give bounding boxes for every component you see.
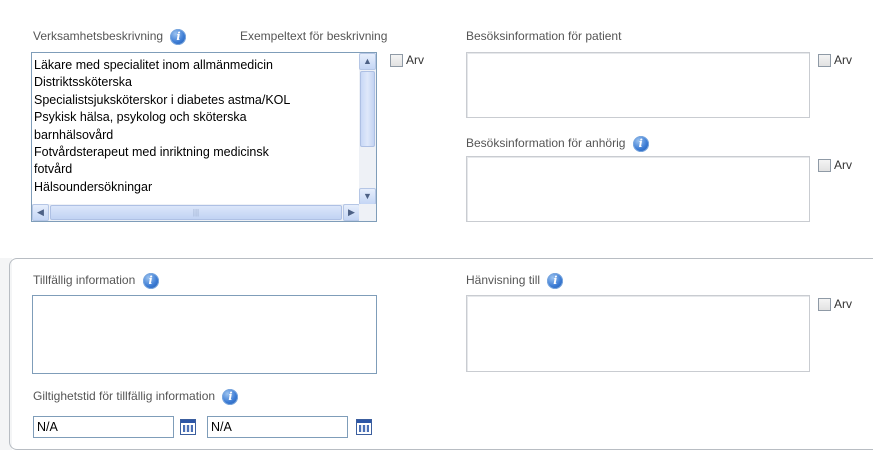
tillfallig-label-text: Tillfällig information	[33, 273, 136, 288]
hanvisning-label: Hänvisning till	[466, 273, 564, 289]
hanvisning-textarea[interactable]	[466, 295, 810, 372]
arv-label: Arv	[406, 53, 424, 67]
verksamhet-listbox[interactable]: Läkare med specialitet inom allmänmedici…	[31, 52, 377, 222]
giltighet-to-input[interactable]: N/A	[207, 416, 348, 438]
vertical-scrollbar[interactable]: ▲ ▼	[359, 53, 376, 205]
besok-anhorig-label-text: Besöksinformation för anhörig	[466, 136, 626, 151]
scroll-up-icon[interactable]: ▲	[359, 53, 376, 70]
scroll-right-icon[interactable]: ▶	[343, 204, 360, 221]
info-icon[interactable]	[547, 273, 564, 289]
checkbox[interactable]	[818, 297, 831, 311]
giltighet-label-text: Giltighetstid för tillfällig information	[33, 389, 216, 404]
hanvisning-label-text: Hänvisning till	[466, 273, 541, 288]
list-item[interactable]: Distriktssköterska	[34, 74, 354, 91]
arv-label: Arv	[834, 53, 852, 67]
list-item[interactable]: Hälsoundersökningar	[34, 179, 354, 196]
checkbox[interactable]	[390, 53, 403, 67]
arv-checkbox-verksamhet[interactable]: Arv	[390, 53, 424, 67]
list-item[interactable]: barnhälsovård	[34, 127, 354, 144]
arv-checkbox-patient[interactable]: Arv	[818, 53, 852, 67]
info-icon[interactable]	[222, 389, 239, 405]
checkbox[interactable]	[818, 53, 831, 67]
list-item[interactable]: Specialistsjuksköterskor i diabetes astm…	[34, 92, 354, 109]
vertical-scroll-thumb[interactable]	[360, 71, 375, 147]
besok-anhorig-textarea[interactable]	[466, 156, 810, 222]
scroll-left-icon[interactable]: ◀	[32, 204, 49, 221]
info-icon[interactable]	[142, 273, 159, 289]
besok-patient-textarea[interactable]	[466, 52, 810, 118]
arv-label: Arv	[834, 297, 852, 311]
verksamhet-label: Verksamhetsbeskrivning	[33, 29, 187, 45]
arv-checkbox-hanvisning[interactable]: Arv	[818, 297, 852, 311]
info-icon[interactable]	[170, 29, 187, 45]
horizontal-scroll-thumb[interactable]: |||	[50, 205, 342, 220]
example-text-link[interactable]: Exempeltext för beskrivning	[240, 29, 387, 43]
arv-checkbox-anhorig[interactable]: Arv	[818, 158, 852, 172]
list-item[interactable]: Psykisk hälsa, psykolog och sköterska	[34, 109, 354, 126]
arv-label: Arv	[834, 158, 852, 172]
scrollbar-corner	[359, 204, 376, 221]
checkbox[interactable]	[818, 158, 831, 172]
list-item[interactable]: fotvård	[34, 161, 354, 178]
tillfallig-textarea[interactable]	[32, 295, 377, 374]
calendar-icon[interactable]	[180, 419, 196, 435]
besok-patient-label: Besöksinformation för patient	[466, 29, 622, 43]
besok-anhorig-label: Besöksinformation för anhörig	[466, 136, 649, 152]
verksamhet-items: Läkare med specialitet inom allmänmedici…	[34, 57, 354, 196]
list-item[interactable]: Fotvårdsterapeut med inriktning medicins…	[34, 144, 354, 161]
horizontal-scrollbar[interactable]: ◀ ||| ▶	[32, 204, 360, 221]
calendar-icon[interactable]	[356, 419, 372, 435]
verksamhet-label-text: Verksamhetsbeskrivning	[33, 29, 164, 44]
tillfallig-label: Tillfällig information	[33, 273, 159, 289]
list-item[interactable]: Läkare med specialitet inom allmänmedici…	[34, 57, 354, 74]
info-icon[interactable]	[632, 136, 649, 152]
giltighet-from-input[interactable]: N/A	[33, 416, 174, 438]
scroll-down-icon[interactable]: ▼	[359, 188, 376, 205]
giltighet-label: Giltighetstid för tillfällig information	[33, 389, 239, 405]
